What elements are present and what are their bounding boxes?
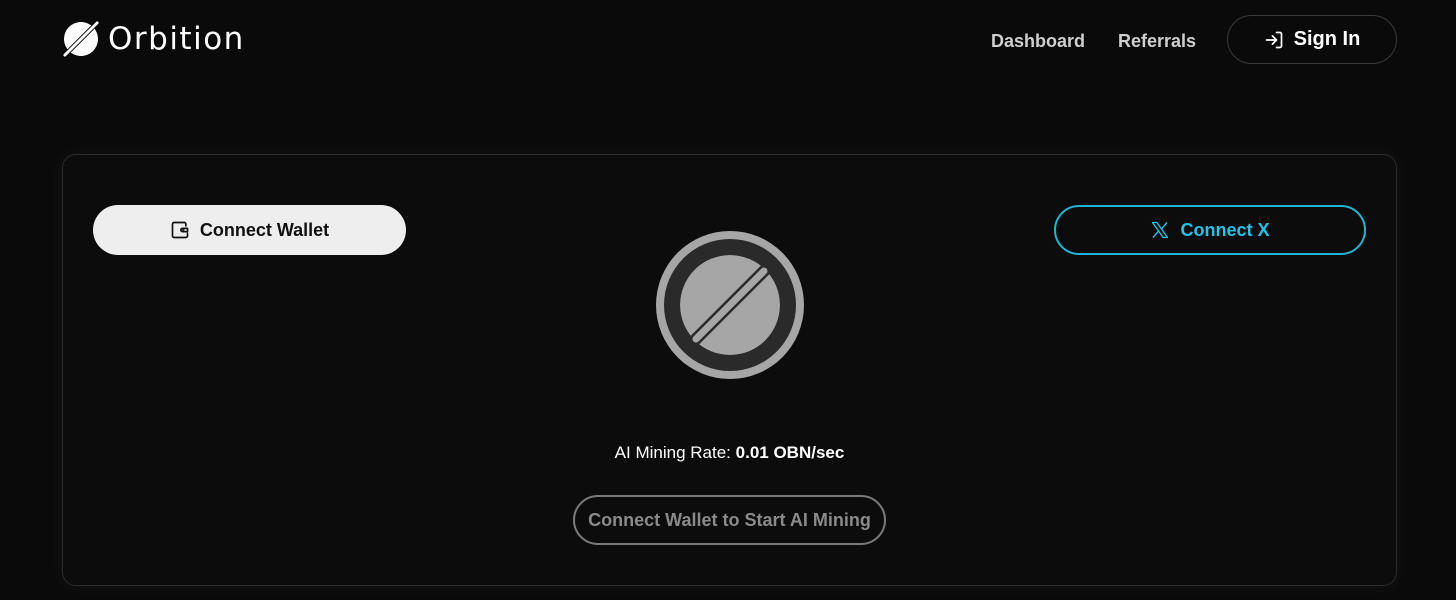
wallet-icon bbox=[171, 221, 189, 239]
sign-in-icon bbox=[1265, 31, 1282, 48]
mining-card: Connect Wallet Connect X AI Mining Rate:… bbox=[62, 154, 1397, 586]
connect-wallet-label: Connect Wallet bbox=[199, 219, 330, 240]
connect-x-button[interactable]: Connect X bbox=[1054, 205, 1366, 255]
mining-rate-label: AI Mining Rate: bbox=[614, 443, 731, 462]
top-header: Orbition Dashboard Referrals Sign In bbox=[0, 0, 1456, 82]
connect-wallet-button[interactable]: Connect Wallet bbox=[93, 205, 406, 255]
mining-rate-text: AI Mining Rate: 0.01 OBN/sec bbox=[63, 441, 1396, 465]
x-logo-icon bbox=[1152, 221, 1169, 239]
sign-in-button[interactable]: Sign In bbox=[1227, 15, 1397, 64]
nav-referrals[interactable]: Referrals bbox=[1118, 28, 1196, 54]
orbition-orb-icon bbox=[656, 231, 804, 379]
connect-x-label: Connect X bbox=[1180, 219, 1270, 240]
mining-rate-value: 0.01 OBN/sec bbox=[735, 443, 845, 462]
brand-name: Orbition bbox=[108, 21, 245, 57]
nav-dashboard[interactable]: Dashboard bbox=[991, 28, 1085, 54]
start-mining-button[interactable]: Connect Wallet to Start AI Mining bbox=[573, 495, 886, 545]
sign-in-label: Sign In bbox=[1293, 28, 1361, 50]
orbition-logo-icon bbox=[63, 21, 99, 57]
brand-logo[interactable]: Orbition bbox=[62, 19, 245, 59]
